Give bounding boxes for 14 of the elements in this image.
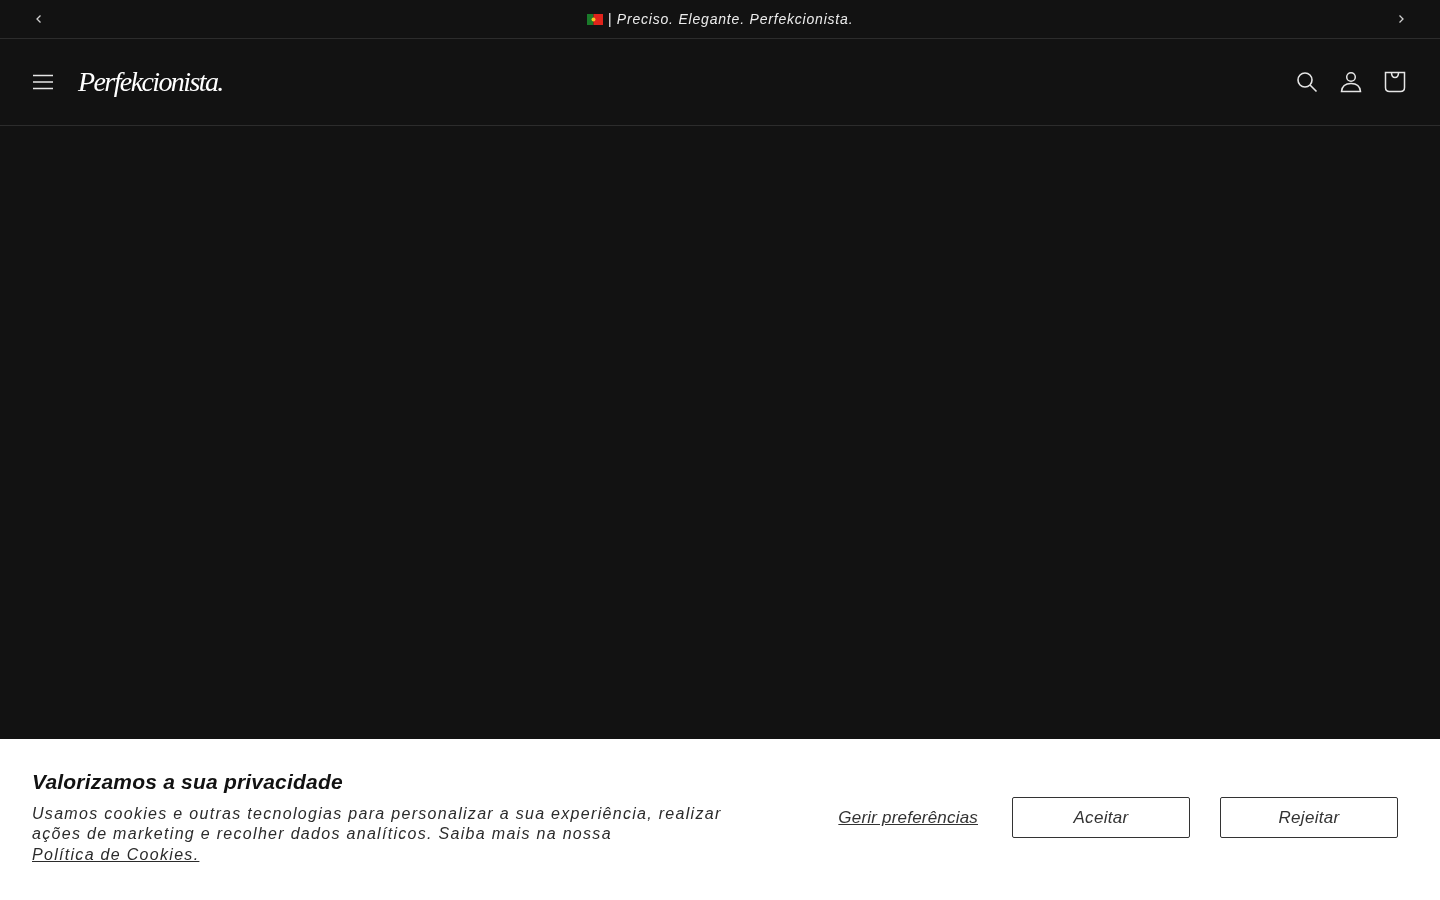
chevron-left-icon (34, 14, 44, 24)
flag-icon (586, 13, 603, 25)
chevron-right-icon (1396, 14, 1406, 24)
manage-preferences-link[interactable]: Gerir preferências (838, 807, 978, 828)
announcement-text: | Preciso. Elegante. Perfekcionista. (607, 11, 854, 27)
cookie-button[interactable]: Rejeitar (1220, 797, 1398, 838)
cookie-title: Valorizamos a sua privacidade (32, 769, 344, 794)
account-icon (1340, 71, 1362, 93)
logo[interactable]: Perfekcionista. (78, 66, 223, 98)
search-icon (1296, 71, 1318, 93)
cookie-notice-text: Usamos cookies e outras tecnologias para personalizar a sua experiência, realizar ações de marketing e recolher dados analíticos. Saiba mais na nossa Política de Cookies. (32, 803, 723, 865)
cookie-policy-link[interactable]: Política de Cookies. (32, 845, 200, 863)
cookie-button[interactable]: Aceitar (1012, 797, 1190, 838)
bag-icon (1384, 71, 1406, 93)
